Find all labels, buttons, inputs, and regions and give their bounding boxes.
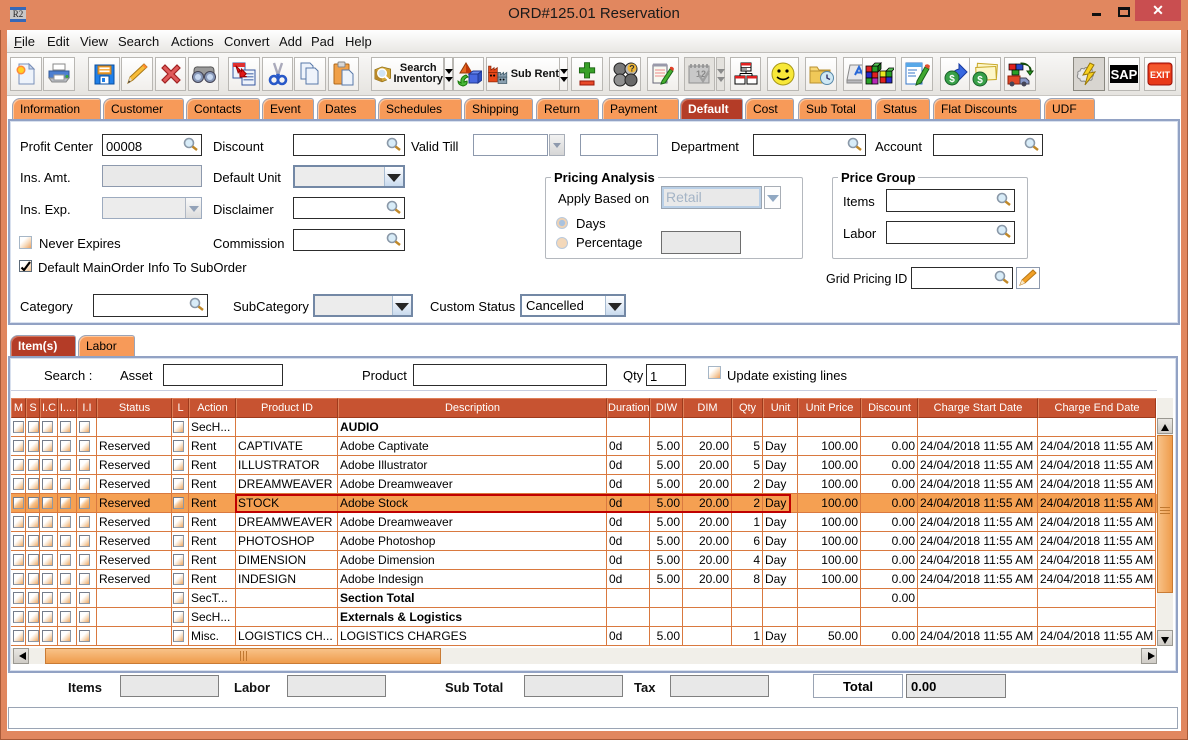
svg-text:SAP: SAP [1111,67,1138,82]
svg-text:$: $ [977,75,983,86]
svg-text:EXIT: EXIT [1150,70,1171,80]
svg-text:?: ? [629,64,635,74]
svg-text:$: $ [949,74,955,85]
